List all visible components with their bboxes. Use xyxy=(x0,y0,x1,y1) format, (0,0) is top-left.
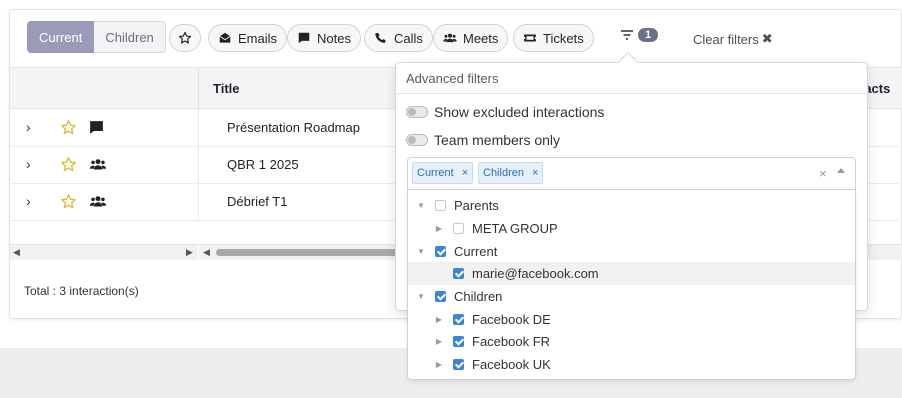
tree-node-label: Facebook FR xyxy=(472,334,551,349)
expand-chevron-icon[interactable]: › xyxy=(26,156,31,172)
collapse-caret-icon[interactable] xyxy=(837,168,845,173)
tickets-filter-button[interactable]: Tickets xyxy=(513,24,594,52)
toggle-label: Team members only xyxy=(434,132,561,148)
note-icon xyxy=(88,119,105,139)
notes-filter-button[interactable]: Notes xyxy=(287,24,361,52)
star-icon[interactable] xyxy=(60,193,77,213)
chip-children: Children × xyxy=(478,162,544,184)
tree-node-parents[interactable]: ▼ Parents xyxy=(415,198,499,213)
ticket-icon xyxy=(524,34,536,42)
row-title: Débrief T1 xyxy=(227,194,288,209)
checkbox-checked[interactable] xyxy=(435,246,446,257)
emails-filter-label: Emails xyxy=(238,30,278,46)
checkbox-checked[interactable] xyxy=(453,314,464,325)
tree-node-label: Children xyxy=(454,289,503,304)
tickets-filter-label: Tickets xyxy=(543,30,584,46)
phone-icon xyxy=(375,32,386,43)
toggle-label: Show excluded interactions xyxy=(434,104,605,120)
panel-title: Advanced filters xyxy=(406,71,499,86)
chip-remove-icon[interactable]: × xyxy=(462,167,468,179)
toggle-team-members[interactable]: Team members only xyxy=(406,132,560,148)
row-title: QBR 1 2025 xyxy=(227,157,299,172)
collapsed-caret-icon[interactable]: ▶ xyxy=(433,224,445,233)
checkbox-checked[interactable] xyxy=(435,291,446,302)
checkbox-checked[interactable] xyxy=(453,359,464,370)
tree-node-label: Facebook UK xyxy=(472,357,551,372)
chip-label: Current xyxy=(417,167,454,179)
scope-toggle: Current Children xyxy=(27,21,166,53)
toggle-switch[interactable] xyxy=(406,134,428,146)
expanded-caret-icon[interactable]: ▼ xyxy=(415,292,427,301)
expand-chevron-icon[interactable]: › xyxy=(26,119,31,135)
checkbox-checked[interactable] xyxy=(453,268,464,279)
chip-current: Current × xyxy=(412,162,474,184)
collapsed-caret-icon[interactable]: ▶ xyxy=(433,315,445,324)
meeting-icon xyxy=(88,193,108,213)
clear-filters-label: Clear filters xyxy=(693,31,759,47)
meeting-icon xyxy=(88,156,108,176)
horizontal-scrollbar-left[interactable] xyxy=(10,244,198,260)
tree-node-label: marie@facebook.com xyxy=(472,266,599,281)
scope-tree-dropdown xyxy=(407,190,856,380)
total-count: Total : 3 interaction(s) xyxy=(24,284,139,298)
scope-children-button[interactable]: Children xyxy=(94,21,166,53)
toggle-show-excluded[interactable]: Show excluded interactions xyxy=(406,104,604,120)
tree-node-label: Parents xyxy=(454,198,499,213)
collapsed-caret-icon[interactable]: ▶ xyxy=(433,337,445,346)
checkbox[interactable] xyxy=(435,200,446,211)
checkbox-checked[interactable] xyxy=(453,336,464,347)
tree-node-label: Facebook DE xyxy=(472,312,551,327)
favorites-filter-button[interactable] xyxy=(169,24,201,52)
clear-filters-button[interactable]: Clear filters ✖ xyxy=(693,31,773,47)
meets-filter-label: Meets xyxy=(463,30,499,46)
note-icon xyxy=(298,32,310,44)
scroll-left-arrow-icon[interactable]: ◀ xyxy=(13,247,20,258)
tree-node-label: META GROUP xyxy=(472,221,558,236)
users-icon xyxy=(443,33,457,43)
scrollbar-thumb[interactable] xyxy=(216,249,406,256)
star-icon xyxy=(178,31,192,44)
tree-node-facebook-de[interactable]: ▶ Facebook DE xyxy=(433,312,551,327)
emails-filter-button[interactable]: Emails xyxy=(208,24,288,52)
scope-current-button[interactable]: Current xyxy=(27,21,95,53)
expanded-caret-icon[interactable]: ▼ xyxy=(415,201,427,210)
notes-filter-label: Notes xyxy=(317,30,351,46)
tree-node-facebook-uk[interactable]: ▶ Facebook UK xyxy=(433,357,551,372)
scroll-left-arrow-icon[interactable]: ◀ xyxy=(203,247,210,258)
filter-count-badge: 1 xyxy=(638,28,659,42)
advanced-filter-button[interactable]: 1 xyxy=(620,28,659,42)
expand-chevron-icon[interactable]: › xyxy=(26,193,31,209)
scope-multiselect[interactable] xyxy=(407,157,856,190)
checkbox[interactable] xyxy=(453,223,464,234)
meets-filter-button[interactable]: Meets xyxy=(433,24,509,52)
envelope-icon xyxy=(219,32,231,43)
clear-selection-icon[interactable]: × xyxy=(819,166,827,181)
toggle-switch[interactable] xyxy=(406,106,428,118)
calls-filter-button[interactable]: Calls xyxy=(364,24,433,52)
chip-label: Children xyxy=(483,167,524,179)
column-header-title[interactable]: Title xyxy=(213,81,240,96)
star-icon[interactable] xyxy=(60,119,77,139)
divider xyxy=(396,93,867,94)
expanded-caret-icon[interactable]: ▼ xyxy=(415,247,427,256)
star-icon[interactable] xyxy=(60,156,77,176)
filter-icon xyxy=(621,30,633,40)
tree-node-label: Current xyxy=(454,244,498,259)
calls-filter-label: Calls xyxy=(394,30,423,46)
tree-node-facebook-fr[interactable]: ▶ Facebook FR xyxy=(433,334,550,349)
scroll-right-arrow-icon[interactable]: ▶ xyxy=(186,247,193,258)
tree-node-current[interactable]: ▼ Current xyxy=(415,244,497,259)
chip-remove-icon[interactable]: × xyxy=(532,167,538,179)
tree-node-children[interactable]: ▼ Children xyxy=(415,289,502,304)
close-icon: ✖ xyxy=(761,31,773,46)
tree-node-meta-group[interactable]: ▶ META GROUP xyxy=(433,221,558,236)
row-title: Présentation Roadmap xyxy=(227,120,360,135)
tree-node-marie[interactable]: marie@facebook.com xyxy=(433,266,599,281)
collapsed-caret-icon[interactable]: ▶ xyxy=(433,360,445,369)
